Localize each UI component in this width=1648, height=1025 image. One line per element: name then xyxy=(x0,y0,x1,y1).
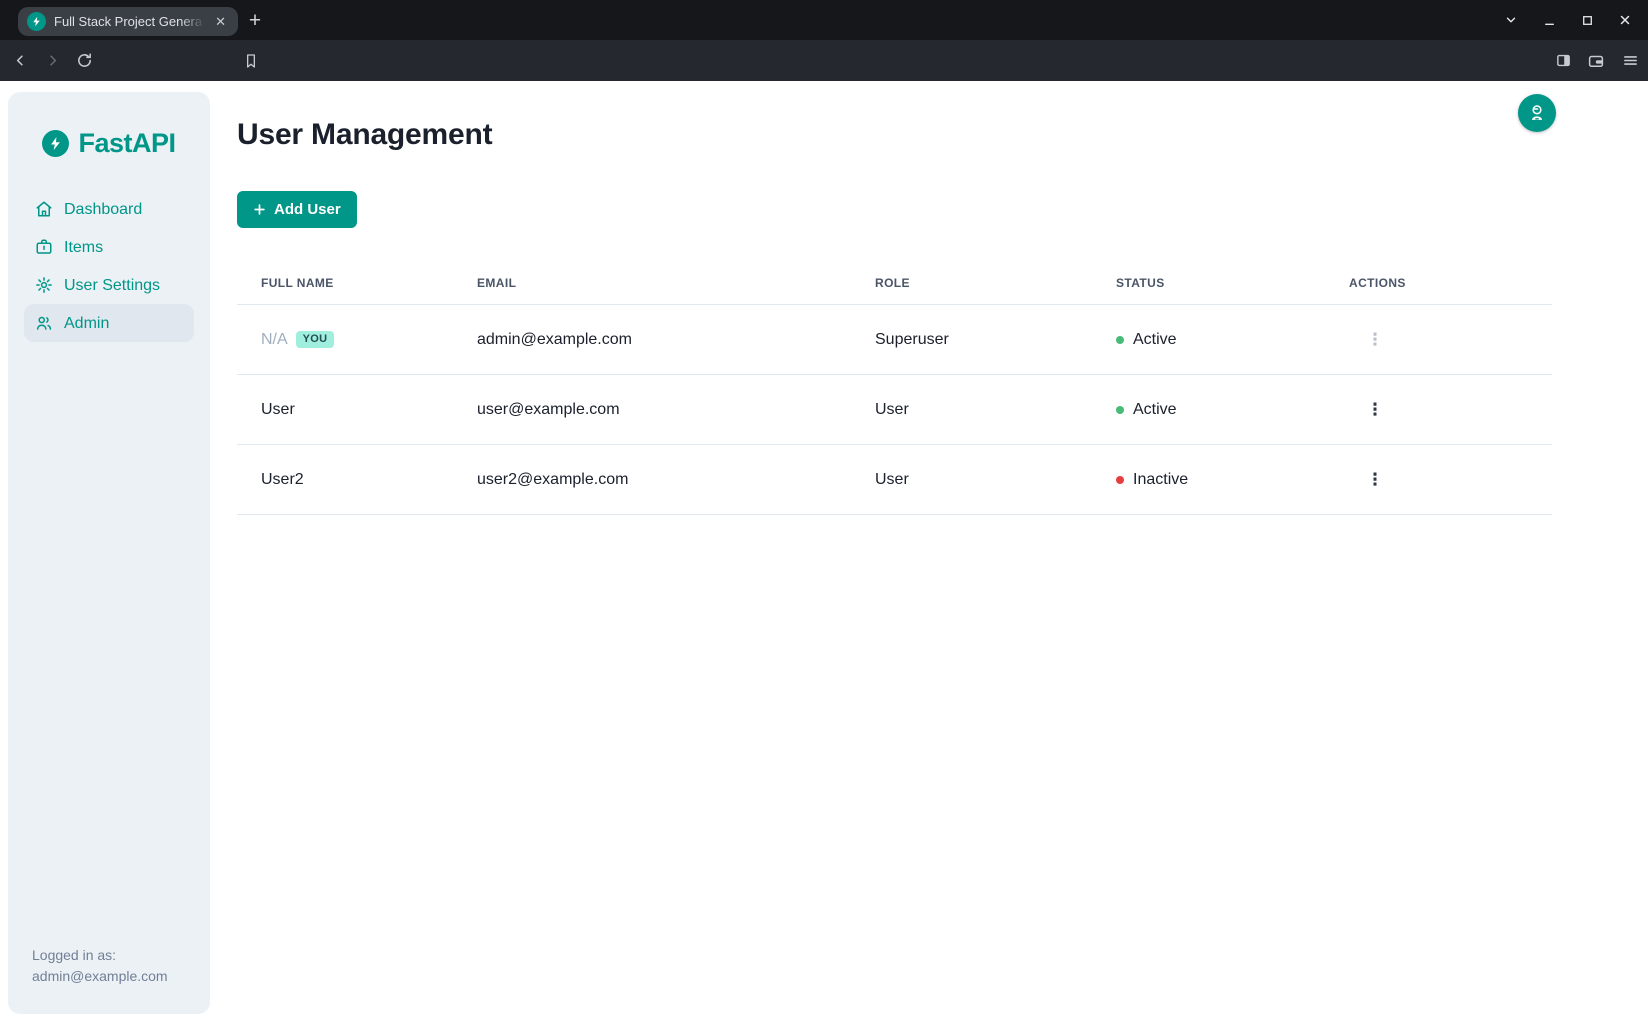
full-name-value: User2 xyxy=(261,471,304,489)
users-table: Full Name Email Role Status Actions N/A … xyxy=(237,262,1552,515)
menu-icon[interactable] xyxy=(1618,48,1643,73)
header-status: Status xyxy=(1116,276,1349,290)
logged-in-as: Logged in as: admin@example.com xyxy=(32,945,168,987)
fastapi-logo: FastAPI xyxy=(8,92,210,159)
close-icon[interactable] xyxy=(1612,7,1638,33)
browser-titlebar: Full Stack Project Genera ✕ + xyxy=(0,0,1648,40)
logged-in-as-email: admin@example.com xyxy=(32,966,168,987)
cell-role: User xyxy=(875,401,1116,419)
minimize-icon[interactable] xyxy=(1536,7,1562,33)
user-menu-button[interactable] xyxy=(1518,94,1556,132)
add-user-button[interactable]: Add User xyxy=(237,191,357,228)
wallet-icon[interactable] xyxy=(1583,48,1608,73)
cell-role: User xyxy=(875,471,1116,489)
status-label: Inactive xyxy=(1133,471,1188,489)
sidebar-item-label: User Settings xyxy=(64,277,160,294)
full-name-value: N/A xyxy=(261,331,288,349)
sidebar-item-label: Items xyxy=(64,239,103,256)
cell-email: admin@example.com xyxy=(477,331,875,349)
browser-tab[interactable]: Full Stack Project Genera ✕ xyxy=(18,7,238,36)
header-actions: Actions xyxy=(1349,276,1552,290)
cell-status: Inactive xyxy=(1116,471,1349,489)
sidebar-item-label: Dashboard xyxy=(64,201,142,218)
page-title: User Management xyxy=(237,118,492,152)
fastapi-bolt-icon xyxy=(42,130,69,157)
header-full-name: Full Name xyxy=(237,276,477,290)
cell-full-name: User xyxy=(237,401,477,419)
cell-email: user2@example.com xyxy=(477,471,875,489)
sidebar-item-items[interactable]: Items xyxy=(24,228,194,266)
table-row: User2 user2@example.com User Inactive ⋮ xyxy=(237,445,1552,515)
home-icon xyxy=(35,200,53,218)
status-dot xyxy=(1116,476,1124,484)
tab-search-chevron-icon[interactable] xyxy=(1498,7,1524,33)
plus-icon xyxy=(253,203,266,216)
fastapi-favicon-icon xyxy=(27,12,46,31)
kebab-menu-icon[interactable]: ⋮ xyxy=(1363,398,1387,422)
cell-email: user@example.com xyxy=(477,401,875,419)
table-row: User user@example.com User Active ⋮ xyxy=(237,375,1552,445)
logged-in-as-label: Logged in as: xyxy=(32,945,168,966)
sidebar-toggle-icon[interactable] xyxy=(1551,48,1576,73)
header-email: Email xyxy=(477,276,875,290)
tab-close-icon[interactable]: ✕ xyxy=(212,12,229,31)
bookmark-icon[interactable] xyxy=(238,48,263,73)
briefcase-icon xyxy=(35,238,53,256)
status-dot xyxy=(1116,336,1124,344)
cell-status: Active xyxy=(1116,401,1349,419)
status-label: Active xyxy=(1133,401,1177,419)
back-icon[interactable] xyxy=(8,48,33,73)
sidebar: FastAPI Dashboard Items User Settings xyxy=(8,92,210,1014)
header-role: Role xyxy=(875,276,1116,290)
maximize-icon[interactable] xyxy=(1574,7,1600,33)
users-icon xyxy=(35,314,53,332)
sidebar-item-admin[interactable]: Admin xyxy=(24,304,194,342)
kebab-menu-icon[interactable]: ⋮ xyxy=(1363,328,1387,352)
cell-role: Superuser xyxy=(875,331,1116,349)
add-user-label: Add User xyxy=(274,201,341,218)
sidebar-item-dashboard[interactable]: Dashboard xyxy=(24,190,194,228)
cell-full-name: User2 xyxy=(237,471,477,489)
cell-status: Active xyxy=(1116,331,1349,349)
table-row: N/A YOU admin@example.com Superuser Acti… xyxy=(237,305,1552,375)
new-tab-button[interactable]: + xyxy=(242,8,268,34)
reload-icon[interactable] xyxy=(72,48,97,73)
window-controls xyxy=(1498,0,1644,40)
forward-icon[interactable] xyxy=(40,48,65,73)
table-header-row: Full Name Email Role Status Actions xyxy=(237,262,1552,305)
sidebar-item-label: Admin xyxy=(64,315,109,332)
sidebar-item-user-settings[interactable]: User Settings xyxy=(24,266,194,304)
status-dot xyxy=(1116,406,1124,414)
brand-name: FastAPI xyxy=(78,128,175,159)
browser-toolbar: i localhost/admin 1 xyxy=(0,40,1648,81)
tab-title: Full Stack Project Genera xyxy=(54,14,208,29)
astronaut-user-icon xyxy=(1527,103,1547,123)
page-content: FastAPI Dashboard Items User Settings xyxy=(0,81,1648,1025)
full-name-value: User xyxy=(261,401,295,419)
kebab-menu-icon[interactable]: ⋮ xyxy=(1363,468,1387,492)
cell-full-name: N/A YOU xyxy=(237,331,477,349)
gear-icon xyxy=(35,276,53,294)
status-label: Active xyxy=(1133,331,1177,349)
you-badge: YOU xyxy=(296,331,335,348)
sidebar-nav: Dashboard Items User Settings Admin xyxy=(8,190,210,342)
